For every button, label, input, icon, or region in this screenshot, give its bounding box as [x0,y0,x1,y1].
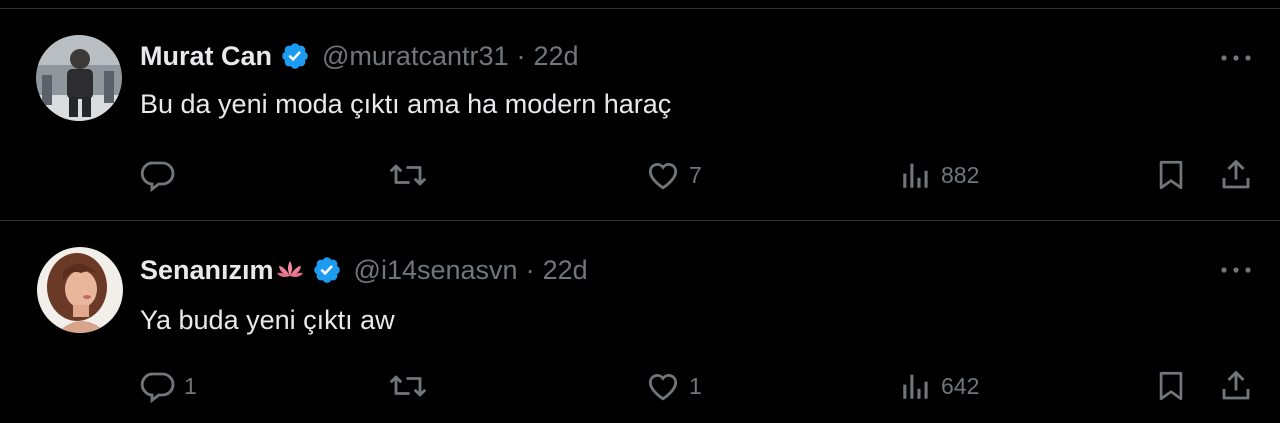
display-name[interactable]: Murat Can [140,41,272,72]
verified-badge-icon [312,255,342,285]
like-count: 7 [689,161,702,188]
like-button[interactable]: 1 [645,366,702,406]
heart-icon [645,368,681,404]
tweet-text: Bu da yeni moda çıktı ama ha modern hara… [140,89,672,119]
timestamp[interactable]: 22d [543,255,588,286]
user-handle[interactable]: @muratcantr31 [322,41,508,72]
bookmark-button[interactable] [1154,155,1188,195]
share-button[interactable] [1218,155,1254,195]
retweet-button[interactable] [388,366,428,406]
like-count: 1 [689,372,702,399]
share-icon [1218,157,1254,193]
display-name[interactable]: Senanızım [140,255,274,286]
more-icon[interactable] [1218,51,1254,63]
avatar[interactable] [37,247,123,333]
tweet-text: Ya buda yeni çıktı aw [140,305,395,335]
reply-count: 1 [184,372,197,399]
bookmark-button[interactable] [1154,366,1188,406]
views-button[interactable]: 642 [899,366,979,406]
views-button[interactable]: 882 [899,155,979,195]
share-icon [1218,368,1254,404]
reply-icon [140,157,176,193]
like-button[interactable]: 7 [645,155,702,195]
heart-icon [645,157,681,193]
retweet-button[interactable] [388,155,428,195]
share-button[interactable] [1218,366,1254,406]
timestamp[interactable]: 22d [534,41,579,72]
bookmark-icon [1154,368,1188,404]
tweet[interactable]: Murat Can @muratcantr31 · 22d Bu da yeni… [0,9,1280,221]
verified-badge-icon [280,41,310,71]
views-icon [899,369,933,403]
bookmark-icon [1154,157,1188,193]
separator: · [516,40,526,71]
reply-icon [140,368,176,404]
view-count: 642 [941,372,980,399]
tweet[interactable]: Senanızım @i14senasvn · 22d Ya buda yeni… [0,221,1280,423]
views-icon [899,158,933,192]
lotus-emoji-icon [276,258,304,282]
tweet-header: Murat Can @muratcantr31 · 22d [140,36,579,76]
separator: · [525,254,535,285]
avatar[interactable] [36,35,122,121]
tweet-actions: 1 1 642 [0,366,1280,406]
reply-button[interactable]: 1 [140,366,197,406]
tweet-header: Senanızım @i14senasvn · 22d [140,250,588,290]
more-icon[interactable] [1218,263,1254,275]
reply-button[interactable] [140,155,184,195]
retweet-icon [388,368,428,404]
user-handle[interactable]: @i14senasvn [354,255,518,286]
retweet-icon [388,157,428,193]
view-count: 882 [941,161,980,188]
tweet-actions: 7 882 [0,155,1280,195]
top-divider [0,0,1280,9]
